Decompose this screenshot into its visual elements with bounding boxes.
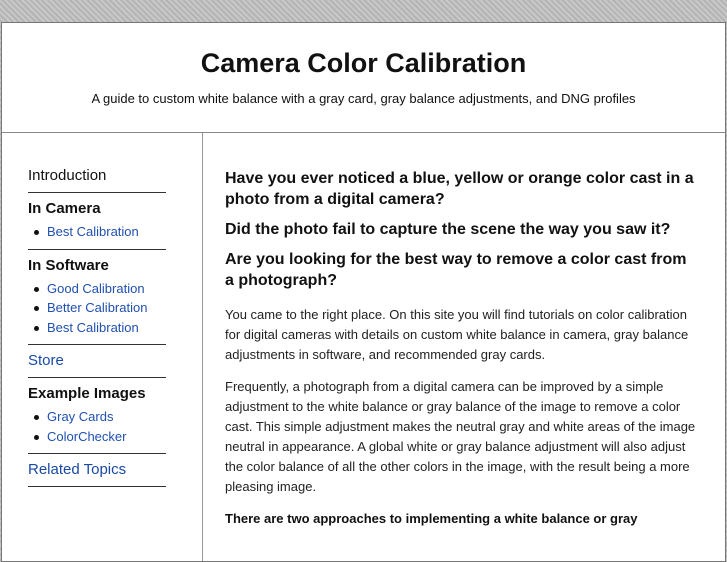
intro-paragraph: You came to the right place. On this sit… <box>225 307 689 362</box>
nav-list-in-camera: Best Calibration <box>28 222 166 242</box>
sidebar-nav: Introduction In Camera Best Calibration … <box>2 133 203 561</box>
nav-link-camera-best-calibration[interactable]: Best Calibration <box>28 222 166 242</box>
nav-section-example-images: Example Images Gray Cards ColorChecker <box>28 385 166 454</box>
nav-list-in-software: Good Calibration Better Calibration Best… <box>28 279 166 338</box>
question-remove-cast: Are you looking for the best way to remo… <box>225 251 687 289</box>
approaches-lead: There are two approaches to implementing… <box>225 511 638 526</box>
site-title: Camera Color Calibration <box>200 48 527 78</box>
nav-heading-in-camera: In Camera <box>28 200 101 217</box>
nav-link-software-best-calibration[interactable]: Best Calibration <box>28 318 166 338</box>
site-header: Camera Color Calibration A guide to cust… <box>2 23 725 133</box>
nav-section-in-software: In Software Good Calibration Better Cali… <box>28 256 166 345</box>
nav-link-store[interactable]: Store <box>28 352 166 370</box>
nav-link-colorchecker[interactable]: ColorChecker <box>28 427 166 447</box>
nav-section-introduction: Introduction <box>28 167 166 193</box>
nav-link-gray-cards[interactable]: Gray Cards <box>28 407 166 427</box>
page: Camera Color Calibration A guide to cust… <box>1 22 726 562</box>
nav-list-example-images: Gray Cards ColorChecker <box>28 407 166 446</box>
site-tagline: A guide to custom white balance with a g… <box>91 91 636 106</box>
nav-heading-in-software: In Software <box>28 256 109 274</box>
nav-heading-example-images: Example Images <box>28 385 146 402</box>
question-capture-scene: Did the photo fail to capture the scene … <box>225 221 671 238</box>
question-color-cast: Have you ever noticed a blue, yellow or … <box>225 170 694 208</box>
nav-link-better-calibration[interactable]: Better Calibration <box>28 298 166 318</box>
nav-section-in-camera: In Camera Best Calibration <box>28 200 166 250</box>
nav-link-good-calibration[interactable]: Good Calibration <box>28 279 166 299</box>
nav-link-related-topics[interactable]: Related Topics <box>28 461 166 479</box>
adjustment-paragraph: Frequently, a photograph from a digital … <box>225 379 696 494</box>
nav-link-introduction[interactable]: Introduction <box>28 167 166 185</box>
nav-section-store: Store <box>28 352 166 378</box>
nav-section-related-topics: Related Topics <box>28 461 166 487</box>
main-content: Have you ever noticed a blue, yellow or … <box>203 133 725 561</box>
